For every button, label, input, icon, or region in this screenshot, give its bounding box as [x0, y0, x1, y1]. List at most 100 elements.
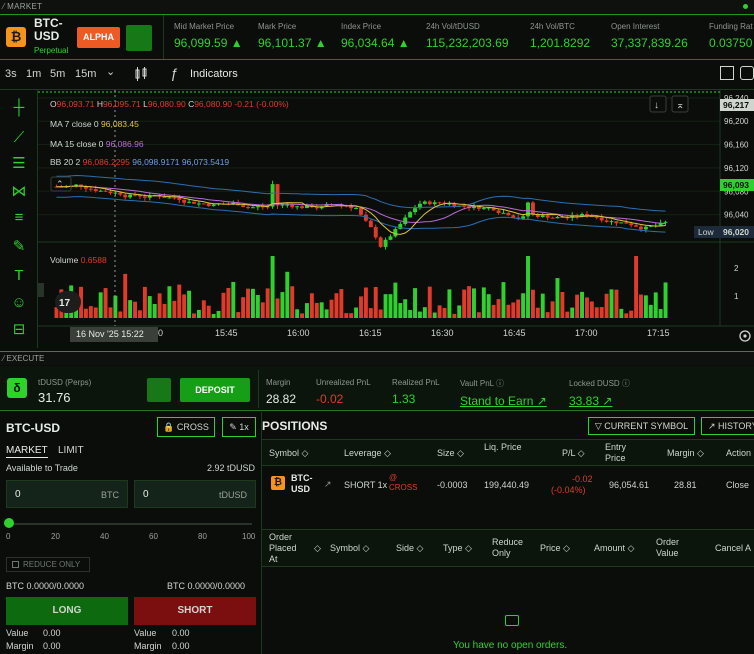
candle-body: [383, 239, 388, 247]
indicators-button[interactable]: Indicators: [190, 68, 238, 80]
price-tick-label: 96,160: [724, 141, 749, 150]
col-type[interactable]: Type ◇: [443, 543, 472, 554]
col-symbol[interactable]: Symbol ◇: [269, 448, 308, 459]
current-symbol-filter[interactable]: ▽ CURRENT SYMBOL: [588, 417, 695, 435]
col-price[interactable]: Price ◇: [540, 543, 570, 554]
fullscreen-icon[interactable]: [720, 66, 734, 80]
volume-bar: [216, 310, 221, 318]
col-pl[interactable]: P/L ◇: [562, 448, 585, 459]
position-symbol[interactable]: BTC-USD: [291, 473, 319, 495]
stat-open-interest: Open Interest 37,337,839.26: [611, 22, 688, 50]
volume-bar: [570, 307, 575, 318]
candle-body: [599, 217, 604, 221]
timeframe-15m[interactable]: 15m: [75, 68, 96, 80]
arrow-down-icon: ↓: [654, 100, 659, 111]
screenshot-icon[interactable]: [740, 66, 754, 80]
volume-bar: [427, 286, 432, 318]
external-link-icon[interactable]: ↗: [324, 479, 332, 490]
low-price-label: 96,020: [723, 227, 749, 237]
history-button[interactable]: ↗ HISTORY: [701, 417, 754, 435]
col-side[interactable]: Side ◇: [396, 543, 423, 554]
price-chart[interactable]: 96,240 96,200 96,160 96,120 96,080 96,040 96,2…: [38, 90, 754, 348]
volume-bar: [442, 307, 447, 318]
pane-expander: [38, 283, 44, 297]
tab-market[interactable]: MARKET: [6, 445, 48, 458]
checkbox-icon[interactable]: [12, 561, 19, 568]
margin-stat: Margin 28.82: [266, 378, 297, 406]
pattern-icon[interactable]: ⋈: [9, 182, 29, 202]
col-size[interactable]: Size ◇: [437, 448, 464, 459]
divider: [258, 370, 259, 408]
candle-body: [609, 221, 614, 223]
btc-amount-input[interactable]: 0 BTC: [6, 480, 128, 508]
price-tick-label: 96,120: [724, 164, 749, 173]
volume-bar: [398, 303, 403, 318]
cancel-all-button[interactable]: Cancel A: [715, 543, 751, 554]
candle-body: [550, 217, 555, 219]
long-button[interactable]: LONG: [6, 597, 128, 625]
candle-body: [118, 192, 123, 195]
col-amount[interactable]: Amount ◇: [594, 543, 634, 554]
volume-bar: [580, 291, 584, 318]
volume-legend: Volume 0.6588: [50, 255, 107, 265]
trading-app: ⁄ MARKET ₿ BTC-USD Perpetual ALPHA Mid M…: [0, 0, 754, 654]
volume-bar: [486, 294, 491, 318]
short-button[interactable]: SHORT: [134, 597, 256, 625]
volume-bar: [432, 312, 437, 318]
volume-bar: [545, 312, 550, 318]
volume-bar: [231, 281, 236, 318]
volume-bar: [241, 297, 246, 318]
locked-dusd-link[interactable]: 33.83 ↗: [569, 394, 630, 408]
volume-bar: [172, 300, 177, 318]
margin-mode-button[interactable]: 🔒 CROSS: [157, 417, 215, 437]
favorite-button[interactable]: [126, 25, 152, 51]
candle-body: [408, 212, 413, 218]
size-slider-handle[interactable]: [4, 518, 14, 528]
text-icon[interactable]: T: [9, 266, 29, 286]
volume-bar: [363, 287, 368, 318]
bb-legend: BB 20 2 96,086.2295 96,098.9171 96,073.5…: [50, 157, 229, 167]
volume-bar: [280, 292, 285, 318]
leverage-button[interactable]: ✎ 1x: [222, 417, 256, 437]
volume-bar: [157, 293, 162, 318]
size-slider[interactable]: [8, 523, 252, 525]
candle-body: [275, 184, 280, 206]
ruler-icon[interactable]: ⊟: [9, 320, 29, 340]
position-pl: -0.02: [572, 474, 593, 484]
withdraw-button[interactable]: [147, 378, 171, 402]
market-symbol[interactable]: BTC-USD: [34, 17, 74, 43]
crosshair-icon[interactable]: ┼: [9, 98, 29, 118]
candle-body: [206, 203, 211, 207]
col-reduce-only: Reduce Only: [492, 537, 524, 558]
sort-icon[interactable]: ◇: [314, 543, 321, 554]
table-row[interactable]: ₿ BTC-USD ↗ SHORT 1x @ CROSS -0.0003 199…: [262, 466, 754, 503]
col-entry-price: Entry Price: [605, 442, 627, 463]
candlestick-icon[interactable]: [133, 66, 149, 82]
usd-amount-input[interactable]: 0 tDUSD: [134, 480, 256, 508]
chevron-down-icon[interactable]: ⌄: [106, 65, 115, 78]
timeframe-1m[interactable]: 1m: [26, 68, 41, 80]
candle-body: [142, 196, 147, 198]
volume-bar: [177, 284, 182, 318]
col-margin[interactable]: Margin ◇: [667, 448, 704, 459]
volume-bar: [506, 304, 511, 318]
horizontal-lines-icon[interactable]: ☰: [9, 154, 29, 174]
timeframe-5m[interactable]: 5m: [50, 68, 65, 80]
close-position-button[interactable]: Close: [726, 480, 749, 490]
tab-limit[interactable]: LIMIT: [58, 445, 84, 456]
col-leverage[interactable]: Leverage ◇: [344, 448, 391, 459]
deposit-button[interactable]: DEPOSIT: [180, 378, 250, 402]
fib-icon[interactable]: ≡: [9, 208, 29, 228]
col-order-symbol[interactable]: Symbol ◇: [330, 543, 369, 554]
emoji-icon[interactable]: ☺: [9, 293, 29, 313]
account-balance: 31.76: [38, 390, 71, 405]
stand-to-earn-link[interactable]: Stand to Earn ↗: [460, 394, 547, 408]
positions-title: POSITIONS: [262, 419, 328, 433]
stat-index-price: Index Price 96,034.64 ▲: [341, 22, 410, 50]
indicators-icon[interactable]: ƒ: [170, 65, 178, 81]
divider: [163, 15, 164, 59]
trendline-icon[interactable]: ⟋: [9, 128, 29, 148]
volume-bar: [138, 310, 142, 318]
timeframe-3s[interactable]: 3s: [5, 68, 17, 80]
brush-icon[interactable]: ✎: [9, 237, 29, 257]
